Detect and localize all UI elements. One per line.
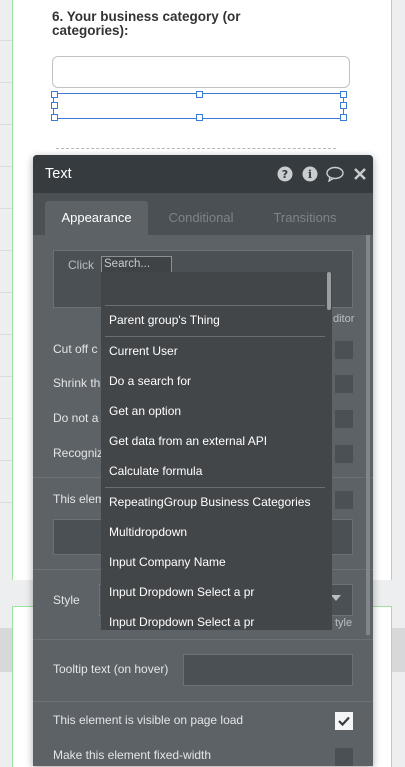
resize-handle[interactable] <box>340 91 347 98</box>
group-boundary <box>56 148 336 149</box>
data-source-dropdown[interactable]: Parent group's Thing Current User Do a s… <box>101 272 332 630</box>
divider <box>33 701 373 702</box>
style-label: Style <box>53 593 80 607</box>
do-not-checkbox[interactable] <box>335 410 353 428</box>
resize-handle[interactable] <box>196 91 203 98</box>
tab-appearance[interactable]: Appearance <box>45 201 148 235</box>
dropdown-item[interactable]: Multidropdown <box>109 525 187 539</box>
grid-line <box>0 250 12 251</box>
do-not-label: Do not a <box>53 411 99 425</box>
this-element-label: This elem <box>53 492 106 506</box>
resize-handle[interactable] <box>340 102 347 109</box>
this-element-checkbox[interactable] <box>335 491 353 509</box>
check-icon <box>338 716 350 727</box>
svg-text:i: i <box>308 168 312 181</box>
chevron-down-icon <box>331 595 341 601</box>
panel-scrollbar[interactable] <box>366 235 370 635</box>
dropdown-item[interactable]: Parent group's Thing <box>109 313 220 327</box>
shrink-checkbox[interactable] <box>335 375 353 393</box>
resize-handle[interactable] <box>51 102 58 109</box>
visible-on-load-checkbox[interactable] <box>335 712 353 730</box>
fixed-width-label: Make this element fixed-width <box>53 748 212 762</box>
grid-line <box>0 124 12 125</box>
tab-transitions[interactable]: Transitions <box>255 201 355 235</box>
resize-handle[interactable] <box>196 114 203 121</box>
dropdown-item[interactable]: Do a search for <box>109 374 191 388</box>
comment-icon[interactable] <box>326 166 344 182</box>
dropdown-scrollbar[interactable] <box>327 272 331 310</box>
style-link-fragment[interactable]: tyle <box>335 617 352 629</box>
panel-header: Text ? i <box>33 155 373 193</box>
search-placeholder: Search... <box>104 258 151 270</box>
grid-line <box>0 334 12 335</box>
dropdown-item[interactable]: Current User <box>109 344 178 358</box>
panel-title: Text <box>45 166 72 182</box>
dropdown-item[interactable]: Get data from an external API <box>109 434 267 448</box>
editor-label-fragment: ditor <box>333 313 355 325</box>
grid-line <box>0 82 12 83</box>
grid-line <box>0 166 12 167</box>
dropdown-divider <box>105 305 325 306</box>
business-category-input[interactable] <box>52 56 350 88</box>
grid-line <box>0 208 12 209</box>
dropdown-item[interactable]: RepeatingGroup Business Categories <box>109 495 310 509</box>
grid-line <box>0 418 12 419</box>
resize-handle[interactable] <box>340 114 347 121</box>
tooltip-input[interactable] <box>183 654 353 686</box>
cut-off-label: Cut off c <box>53 342 98 356</box>
help-icon[interactable]: ? <box>277 166 293 182</box>
recognize-checkbox[interactable] <box>335 445 353 463</box>
info-icon[interactable]: i <box>302 166 318 182</box>
divider <box>33 639 373 640</box>
fixed-width-checkbox[interactable] <box>335 748 353 766</box>
tooltip-label: Tooltip text (on hover) <box>53 662 169 676</box>
grid-line <box>0 292 12 293</box>
dropdown-item[interactable]: Input Company Name <box>109 555 226 569</box>
dropdown-item[interactable]: Get an option <box>109 404 181 418</box>
visible-on-load-label: This element is visible on page load <box>53 713 244 727</box>
dropdown-item[interactable]: Input Dropdown Select a pr <box>109 585 254 599</box>
recognize-label: Recogniz <box>53 446 104 460</box>
grid-line <box>0 502 12 503</box>
tabs-bar: Appearance Conditional Transitions <box>33 193 373 235</box>
dropdown-item[interactable]: Input Dropdown Select a pr <box>109 615 254 629</box>
grid-line <box>0 376 12 377</box>
grid-line <box>0 460 12 461</box>
svg-text:?: ? <box>282 168 288 181</box>
dropdown-divider <box>105 336 325 337</box>
shrink-label: Shrink th <box>53 376 101 390</box>
cut-off-checkbox[interactable] <box>335 341 353 359</box>
resize-handle[interactable] <box>51 91 58 98</box>
dropdown-item[interactable]: Calculate formula <box>109 464 202 478</box>
resize-handle[interactable] <box>51 114 58 121</box>
tab-conditional[interactable]: Conditional <box>151 201 251 235</box>
close-icon[interactable] <box>352 166 368 182</box>
grid-line <box>0 40 12 41</box>
click-prefix: Click <box>68 258 94 272</box>
dropdown-divider <box>105 487 325 488</box>
question-label: 6. Your business category (or categories… <box>52 9 241 38</box>
